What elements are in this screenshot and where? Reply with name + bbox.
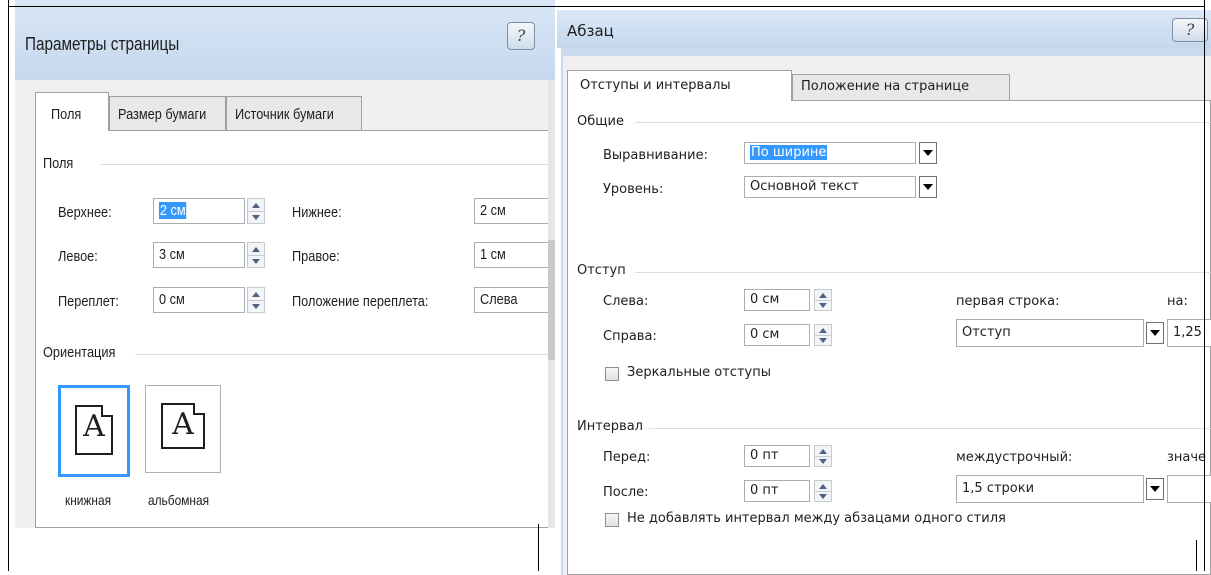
- bottom-margin-label: Нижнее:: [292, 204, 342, 221]
- page-setup-body: Поля Размер бумаги Источник бумаги Поля …: [15, 80, 555, 528]
- spacing-before-label: Перед:: [603, 450, 651, 465]
- help-icon[interactable]: ?: [1172, 18, 1208, 42]
- paragraph-titlebar: Абзац ?: [557, 10, 1211, 48]
- level-dropdown-icon[interactable]: [919, 176, 937, 198]
- by-label: на:: [1167, 294, 1188, 309]
- alignment-select[interactable]: По ширине: [744, 142, 916, 164]
- tab-indents-spacing[interactable]: Отступы и интервалы: [567, 70, 792, 101]
- tab-paper-source-label: Источник бумаги: [235, 106, 334, 123]
- left-margin-input[interactable]: 3 см: [153, 242, 245, 268]
- indent-left-input[interactable]: 0 см: [744, 289, 810, 311]
- portrait-option[interactable]: A: [58, 385, 130, 477]
- group-spacing-rule: [649, 428, 1211, 429]
- tab-paper-size-label: Размер бумаги: [118, 106, 207, 123]
- level-label: Уровень:: [603, 182, 664, 197]
- group-indent-rule: [635, 272, 1211, 273]
- portrait-label: книжная: [65, 492, 112, 508]
- gutter-position-label: Положение переплета:: [292, 293, 429, 310]
- paragraph-title: Абзац: [567, 22, 614, 40]
- first-line-label: первая строка:: [956, 294, 1060, 309]
- help-icon[interactable]: ?: [507, 22, 535, 50]
- spacing-before-spinner[interactable]: [814, 445, 832, 467]
- group-orientation-title: Ориентация: [43, 344, 116, 361]
- mirror-indents-label: Зеркальные отступы: [627, 365, 771, 380]
- spacing-after-label: После:: [603, 485, 649, 500]
- top-margin-label: Верхнее:: [58, 204, 112, 221]
- table-border-right: [1204, 0, 1205, 571]
- left-margin-label: Левое:: [58, 248, 98, 265]
- right-margin-input[interactable]: 1 см: [474, 242, 555, 268]
- top-margin-input[interactable]: 2 см: [153, 198, 245, 224]
- tab-margins-label: Поля: [51, 106, 82, 123]
- spin-down-icon[interactable]: [815, 335, 831, 345]
- table-border-inner: [1196, 540, 1197, 571]
- spin-down-icon[interactable]: [815, 300, 831, 310]
- top-margin-spinner[interactable]: [247, 198, 265, 224]
- group-general-title: Общие: [577, 114, 624, 129]
- group-general-rule: [635, 122, 1211, 123]
- group-indent-title: Отступ: [577, 263, 626, 278]
- page-setup-dialog: Параметры страницы ? Поля Размер бумаги …: [15, 0, 555, 528]
- gutter-input[interactable]: 0 см: [153, 287, 245, 313]
- first-line-select[interactable]: Отступ: [956, 319, 1144, 347]
- bottom-margin-input[interactable]: 2 см: [474, 198, 555, 224]
- spin-down-icon[interactable]: [815, 491, 831, 501]
- group-orientation-rule: [135, 354, 555, 355]
- indent-right-label: Справа:: [603, 329, 657, 344]
- value-label: значе: [1167, 450, 1207, 465]
- indent-left-spinner[interactable]: [814, 289, 832, 311]
- group-margins-title: Поля: [43, 155, 74, 172]
- gutter-position-select[interactable]: Слева: [474, 287, 555, 313]
- landscape-label: альбомная: [148, 492, 210, 508]
- line-spacing-dropdown-icon[interactable]: [1146, 478, 1164, 500]
- line-spacing-label: междустрочный:: [956, 450, 1073, 465]
- tab-indents-spacing-label: Отступы и интервалы: [580, 78, 731, 93]
- paragraph-dialog: Абзац ? Отступы и интервалы Положение на…: [557, 10, 1211, 575]
- indent-left-label: Слева:: [603, 294, 649, 309]
- no-space-same-style-checkbox[interactable]: [605, 513, 619, 527]
- landscape-option[interactable]: A: [145, 385, 221, 473]
- no-space-same-style-label: Не добавлять интервал между абзацами одн…: [627, 511, 1006, 526]
- paragraph-body: Отступы и интервалы Положение на страниц…: [563, 56, 1211, 575]
- table-border-middle: [538, 524, 539, 571]
- tab-paper-size[interactable]: Размер бумаги: [109, 96, 226, 130]
- indent-right-input[interactable]: 0 см: [744, 324, 810, 346]
- landscape-page-icon: A: [161, 403, 205, 449]
- right-margin-label: Правое:: [292, 248, 340, 265]
- alignment-dropdown-icon[interactable]: [919, 142, 937, 164]
- tab-line-page-breaks-label: Положение на странице: [801, 79, 970, 94]
- spacing-after-spinner[interactable]: [814, 480, 832, 502]
- indent-right-spinner[interactable]: [814, 324, 832, 346]
- spin-down-icon[interactable]: [248, 255, 264, 267]
- spin-down-icon[interactable]: [248, 300, 264, 312]
- table-border-left: [8, 0, 9, 571]
- gutter-spinner[interactable]: [247, 287, 265, 313]
- spin-down-icon[interactable]: [815, 456, 831, 466]
- gutter-label: Переплет:: [58, 293, 119, 310]
- page-setup-titlebar: Параметры страницы ?: [15, 0, 555, 80]
- tab-margins[interactable]: Поля: [35, 92, 109, 131]
- tab-paper-source[interactable]: Источник бумаги: [226, 96, 362, 130]
- group-margins-rule: [100, 164, 555, 165]
- page-setup-title: Параметры страницы: [25, 34, 180, 54]
- page-setup-scrollbar[interactable]: [548, 80, 555, 528]
- left-margin-spinner[interactable]: [247, 242, 265, 268]
- spacing-before-input[interactable]: 0 пт: [744, 445, 810, 467]
- table-border-top: [8, 6, 1205, 7]
- alignment-label: Выравнивание:: [603, 148, 708, 163]
- level-select[interactable]: Основной текст: [744, 176, 916, 198]
- scrollbar-thumb[interactable]: [548, 240, 555, 360]
- line-spacing-select[interactable]: 1,5 строки: [956, 475, 1144, 503]
- portrait-page-icon: A: [75, 405, 113, 455]
- tab-line-page-breaks[interactable]: Положение на странице: [792, 74, 1010, 100]
- mirror-indents-checkbox[interactable]: [605, 367, 619, 381]
- spin-down-icon[interactable]: [248, 211, 264, 223]
- first-line-dropdown-icon[interactable]: [1146, 322, 1164, 344]
- spacing-after-input[interactable]: 0 пт: [744, 480, 810, 502]
- group-spacing-title: Интервал: [577, 419, 643, 434]
